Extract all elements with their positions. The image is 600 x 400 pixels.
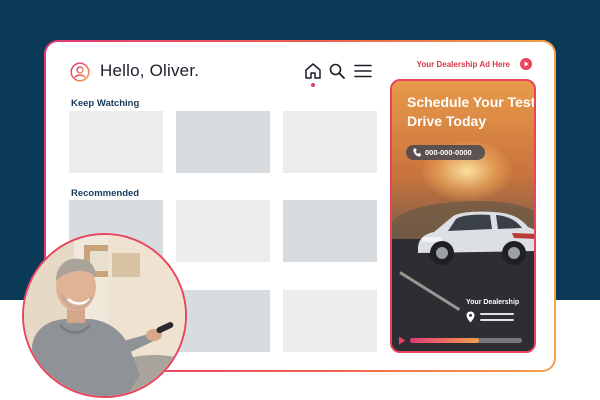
ad-headline: Schedule Your Test Drive Today	[407, 94, 536, 129]
user-circle-icon[interactable]	[70, 62, 90, 82]
dealership-ad-card[interactable]: Schedule Your Test Drive Today 000-000-0…	[390, 79, 536, 353]
phone-number: 000-000-0000	[425, 148, 472, 157]
home-icon[interactable]	[304, 62, 322, 80]
keep-watching-tile[interactable]	[69, 111, 163, 173]
keep-watching-tile[interactable]	[176, 111, 270, 173]
phone-icon	[413, 148, 421, 157]
keep-watching-tile[interactable]	[283, 111, 377, 173]
video-progress-fill	[410, 338, 480, 343]
content-tile[interactable]	[176, 290, 270, 352]
man-with-remote-photo	[22, 233, 187, 398]
ad-placement-label: Your Dealership Ad Here	[416, 60, 510, 69]
hamburger-menu-icon[interactable]	[354, 63, 372, 79]
play-icon[interactable]	[520, 58, 532, 70]
search-icon[interactable]	[329, 63, 345, 79]
call-phone-button[interactable]: 000-000-0000	[406, 145, 485, 160]
recommended-tile[interactable]	[283, 200, 377, 262]
active-nav-indicator	[311, 83, 315, 87]
recommended-tile[interactable]	[176, 200, 270, 262]
dealer-name: Your Dealership	[466, 299, 520, 306]
content-tile[interactable]	[283, 290, 377, 352]
address-line	[480, 319, 514, 321]
video-progress-bar[interactable]	[410, 338, 522, 343]
man-with-remote-illustration	[24, 235, 185, 396]
greeting-text: Hello, Oliver.	[100, 61, 200, 80]
play-icon[interactable]	[398, 336, 406, 345]
keep-watching-heading: Keep Watching	[71, 98, 140, 109]
app-header: Hello, Oliver.	[46, 42, 386, 102]
suv-car-image	[418, 211, 534, 265]
address-line	[480, 313, 514, 315]
recommended-heading: Recommended	[71, 188, 140, 199]
map-pin-icon	[466, 311, 475, 323]
